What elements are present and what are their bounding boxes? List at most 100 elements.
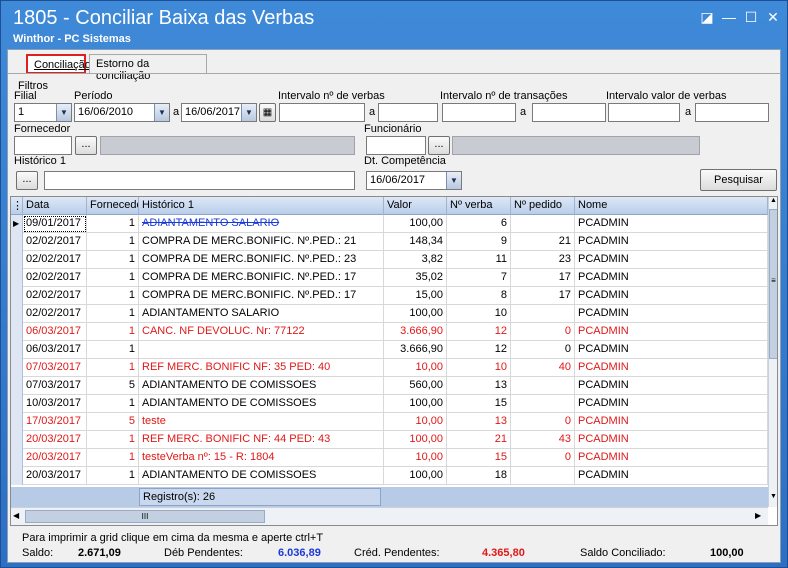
table-row[interactable]: 20/03/2017 1 ADIANTAMENTO DE COMISSOES 100,… — [11, 467, 768, 485]
filial-select[interactable]: 1 ▼ — [14, 103, 72, 122]
cell-nome: PCADMIN — [575, 341, 768, 359]
historico-lookup-button[interactable]: ... — [16, 171, 38, 190]
table-row[interactable]: 06/03/2017 1 3.666,90 12 0 PCADMIN — [11, 341, 768, 359]
cell-hist: ADIANTAMENTO DE COMISSOES — [139, 395, 384, 413]
table-row[interactable]: 10/03/2017 1 ADIANTAMENTO DE COMISSOES 100,… — [11, 395, 768, 413]
cell-hist: teste — [139, 413, 384, 431]
hscroll-thumb[interactable]: III — [25, 510, 265, 523]
chevron-up-icon[interactable]: ▲ — [769, 197, 777, 209]
chevron-down-icon[interactable]: ▼ — [56, 104, 71, 121]
row-indicator[interactable] — [11, 359, 23, 377]
row-indicator[interactable] — [11, 305, 23, 323]
table-row[interactable]: 06/03/2017 1 CANC. NF DEVOLUC. Nr: 77122 3.… — [11, 323, 768, 341]
table-row[interactable]: 02/02/2017 1 COMPRA DE MERC.BONIFIC. Nº.PE… — [11, 269, 768, 287]
table-row[interactable]: 07/03/2017 1 REF MERC. BONIFIC NF: 35 PED:… — [11, 359, 768, 377]
cell-forn: 1 — [87, 287, 139, 305]
table-row[interactable]: ▶ 09/01/2017 1 ADIANTAMENTO SALARIO 100,00 6 P… — [11, 215, 768, 233]
valor-to-input[interactable] — [695, 103, 769, 122]
column-chooser-icon[interactable]: ⋮ — [11, 197, 23, 215]
row-indicator[interactable] — [11, 269, 23, 287]
chevron-down-icon[interactable]: ▼ — [154, 104, 169, 121]
col-pedido[interactable]: Nº pedido — [511, 197, 575, 215]
row-indicator[interactable] — [11, 377, 23, 395]
periodo-to-date[interactable]: 16/06/2017 ▼ — [181, 103, 257, 122]
row-indicator[interactable] — [11, 233, 23, 251]
chevron-right-icon[interactable]: ▶ — [755, 511, 761, 520]
maximize-icon[interactable]: ☐ — [741, 7, 761, 27]
row-indicator[interactable] — [11, 431, 23, 449]
cell-verba: 6 — [447, 215, 511, 233]
cell-verba: 15 — [447, 449, 511, 467]
row-indicator[interactable] — [11, 449, 23, 467]
col-nome[interactable]: Nome — [575, 197, 768, 215]
horizontal-scrollbar[interactable]: ◀ III ▶ — [11, 507, 768, 525]
current-row-indicator-icon[interactable]: ▶ — [11, 215, 23, 233]
row-indicator[interactable] — [11, 251, 23, 269]
cell-data: 17/03/2017 — [23, 413, 87, 431]
vertical-scrollbar[interactable]: ▲ ≡ ▼ — [768, 197, 777, 507]
tab-strip: Conciliação Estorno da conciliação — [8, 50, 780, 82]
chevron-down-icon[interactable]: ▼ — [446, 172, 461, 189]
vscroll-thumb[interactable]: ≡ — [769, 209, 777, 359]
table-row[interactable]: 20/03/2017 1 testeVerba nº: 15 - R: 1804 10… — [11, 449, 768, 467]
pesquisar-button[interactable]: Pesquisar — [700, 169, 777, 191]
close-icon[interactable]: ✕ — [763, 7, 783, 27]
window-subtitle: Winthor - PC Sistemas — [13, 33, 131, 45]
dt-competencia-date[interactable]: 16/06/2017 ▼ — [366, 171, 462, 190]
fornecedor-code-input[interactable] — [14, 136, 72, 155]
cell-hist: ADIANTAMENTO SALARIO — [139, 305, 384, 323]
chevron-down-icon[interactable]: ▼ — [769, 493, 777, 505]
valor-a-label: a — [685, 106, 692, 118]
funcionario-code-input[interactable] — [366, 136, 426, 155]
cell-verba: 10 — [447, 305, 511, 323]
cell-data: 07/03/2017 — [23, 359, 87, 377]
col-historico[interactable]: Histórico 1 — [139, 197, 384, 215]
table-row[interactable]: 20/03/2017 1 REF MERC. BONIFIC NF: 44 PED:… — [11, 431, 768, 449]
cell-verba: 15 — [447, 395, 511, 413]
tab-estorno[interactable]: Estorno da conciliação — [89, 54, 207, 82]
row-indicator[interactable] — [11, 467, 23, 485]
tab-conciliacao[interactable]: Conciliação — [26, 54, 91, 74]
row-indicator[interactable] — [11, 287, 23, 305]
chevron-left-icon[interactable]: ◀ — [13, 511, 19, 520]
col-fornecedor[interactable]: Fornecedor — [87, 197, 139, 215]
fornecedor-lookup-button[interactable]: ... — [75, 136, 97, 155]
table-row[interactable]: 02/02/2017 1 COMPRA DE MERC.BONIFIC. Nº.PE… — [11, 233, 768, 251]
row-indicator[interactable] — [11, 413, 23, 431]
cell-forn: 1 — [87, 305, 139, 323]
verbas-from-input[interactable] — [279, 103, 365, 122]
cell-hist: REF MERC. BONIFIC NF: 44 PED: 43 — [139, 431, 384, 449]
funcionario-lookup-button[interactable]: ... — [428, 136, 450, 155]
valor-from-input[interactable] — [608, 103, 680, 122]
table-row[interactable]: 07/03/2017 5 ADIANTAMENTO DE COMISSOES 560,… — [11, 377, 768, 395]
cell-hist: COMPRA DE MERC.BONIFIC. Nº.PED.: 21 — [139, 233, 384, 251]
col-data[interactable]: Data — [23, 197, 87, 215]
row-indicator[interactable] — [11, 323, 23, 341]
periodo-from-date[interactable]: 16/06/2010 ▼ — [74, 103, 170, 122]
restore-icon[interactable]: ◪ — [697, 7, 717, 27]
table-row[interactable]: 17/03/2017 5 teste 10,00 13 0 PCADMIN — [11, 413, 768, 431]
col-valor[interactable]: Valor — [384, 197, 447, 215]
table-row[interactable]: 02/02/2017 1 COMPRA DE MERC.BONIFIC. Nº.PE… — [11, 287, 768, 305]
table-row[interactable]: 02/02/2017 1 COMPRA DE MERC.BONIFIC. Nº.PE… — [11, 251, 768, 269]
fornecedor-label: Fornecedor — [14, 123, 71, 135]
row-indicator[interactable] — [11, 341, 23, 359]
cell-forn: 1 — [87, 323, 139, 341]
historico-input[interactable] — [44, 171, 355, 190]
row-indicator[interactable] — [11, 395, 23, 413]
verbas-grid[interactable]: ⋮ Data Fornecedor Histórico 1 Valor Nº v… — [10, 196, 778, 526]
transacoes-to-input[interactable] — [532, 103, 606, 122]
calendar-icon[interactable]: ▦ — [259, 103, 276, 122]
table-row[interactable]: 02/02/2017 1 ADIANTAMENTO SALARIO 100,00 10 P… — [11, 305, 768, 323]
filial-label: Filial — [14, 90, 37, 102]
cell-data: 02/02/2017 — [23, 287, 87, 305]
chevron-down-icon[interactable]: ▼ — [241, 104, 256, 121]
cell-valor: 3,82 — [384, 251, 447, 269]
col-verba[interactable]: Nº verba — [447, 197, 511, 215]
periodo-a-label: a — [173, 106, 180, 118]
transacoes-from-input[interactable] — [442, 103, 516, 122]
intervalo-valor-label: Intervalo valor de verbas — [606, 90, 727, 102]
minimize-icon[interactable]: — — [719, 7, 739, 27]
verbas-to-input[interactable] — [378, 103, 438, 122]
cell-hist: COMPRA DE MERC.BONIFIC. Nº.PED.: 23 — [139, 251, 384, 269]
